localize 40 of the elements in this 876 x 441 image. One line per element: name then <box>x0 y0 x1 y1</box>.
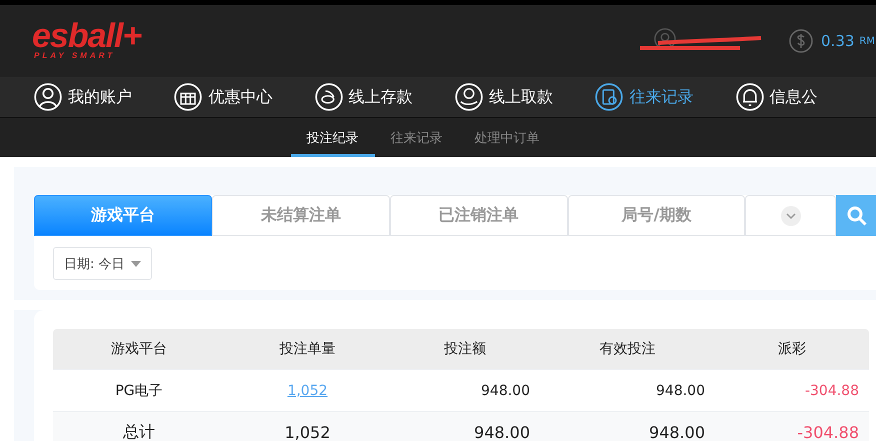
dollar-icon <box>789 29 814 53</box>
table-cell-text: 948.00 <box>655 382 706 398</box>
chevron-down-icon[interactable] <box>780 206 801 226</box>
table-cell-text: -304.88 <box>804 382 860 398</box>
column-header: 投注单量 <box>278 340 336 358</box>
nav-item[interactable]: 线上取款 <box>454 83 596 111</box>
search-button[interactable] <box>836 195 876 236</box>
date-dropdown[interactable]: 日期: 今日 <box>53 247 152 280</box>
table-cell-text: 1,052 <box>284 423 332 441</box>
column-header: 派彩 <box>777 340 807 358</box>
logo-tagline: PLAY SMART <box>34 51 116 61</box>
document-icon <box>595 83 624 111</box>
filter-tab[interactable]: 局号/期数 <box>568 195 746 236</box>
table-cell-text: 总计 <box>122 422 156 441</box>
currency-label: RM <box>859 36 875 46</box>
search-icon <box>846 204 868 226</box>
table-cell-text: -304.88 <box>796 423 860 441</box>
table-cell-text: 948.00 <box>473 423 531 441</box>
filter-tab[interactable]: 已注销注单 <box>390 195 568 236</box>
logo-text: esball+ <box>32 21 142 51</box>
sub-tab[interactable]: 往来记录 <box>374 118 458 157</box>
filter-tab[interactable]: 未结算注单 <box>212 195 390 236</box>
column-header: 投注额 <box>443 340 487 358</box>
table-cell-text: 948.00 <box>480 382 531 398</box>
bell-icon <box>736 83 764 111</box>
caret-icon <box>130 260 141 266</box>
nav-item[interactable]: 优惠中心 <box>174 83 315 111</box>
balance-amount: 0.33 <box>821 32 854 50</box>
column-header: 有效投注 <box>598 340 656 358</box>
nav-item[interactable]: 信息公 <box>736 83 876 111</box>
nav-item[interactable]: 我的账户 <box>34 83 174 111</box>
user-icon <box>34 83 62 111</box>
sub-tab[interactable]: 投注纪录 <box>290 118 374 157</box>
nav-item[interactable]: 线上存款 <box>314 83 455 111</box>
column-header: 游戏平台 <box>110 340 168 358</box>
table-cell-text: PG电子 <box>114 382 164 400</box>
nav-item[interactable]: 往来记录 <box>595 83 736 111</box>
sub-tab[interactable]: 处理中订单 <box>458 118 556 157</box>
table-cell-text: 948.00 <box>648 423 706 441</box>
filter-tab[interactable]: 游戏平台 <box>34 195 212 236</box>
